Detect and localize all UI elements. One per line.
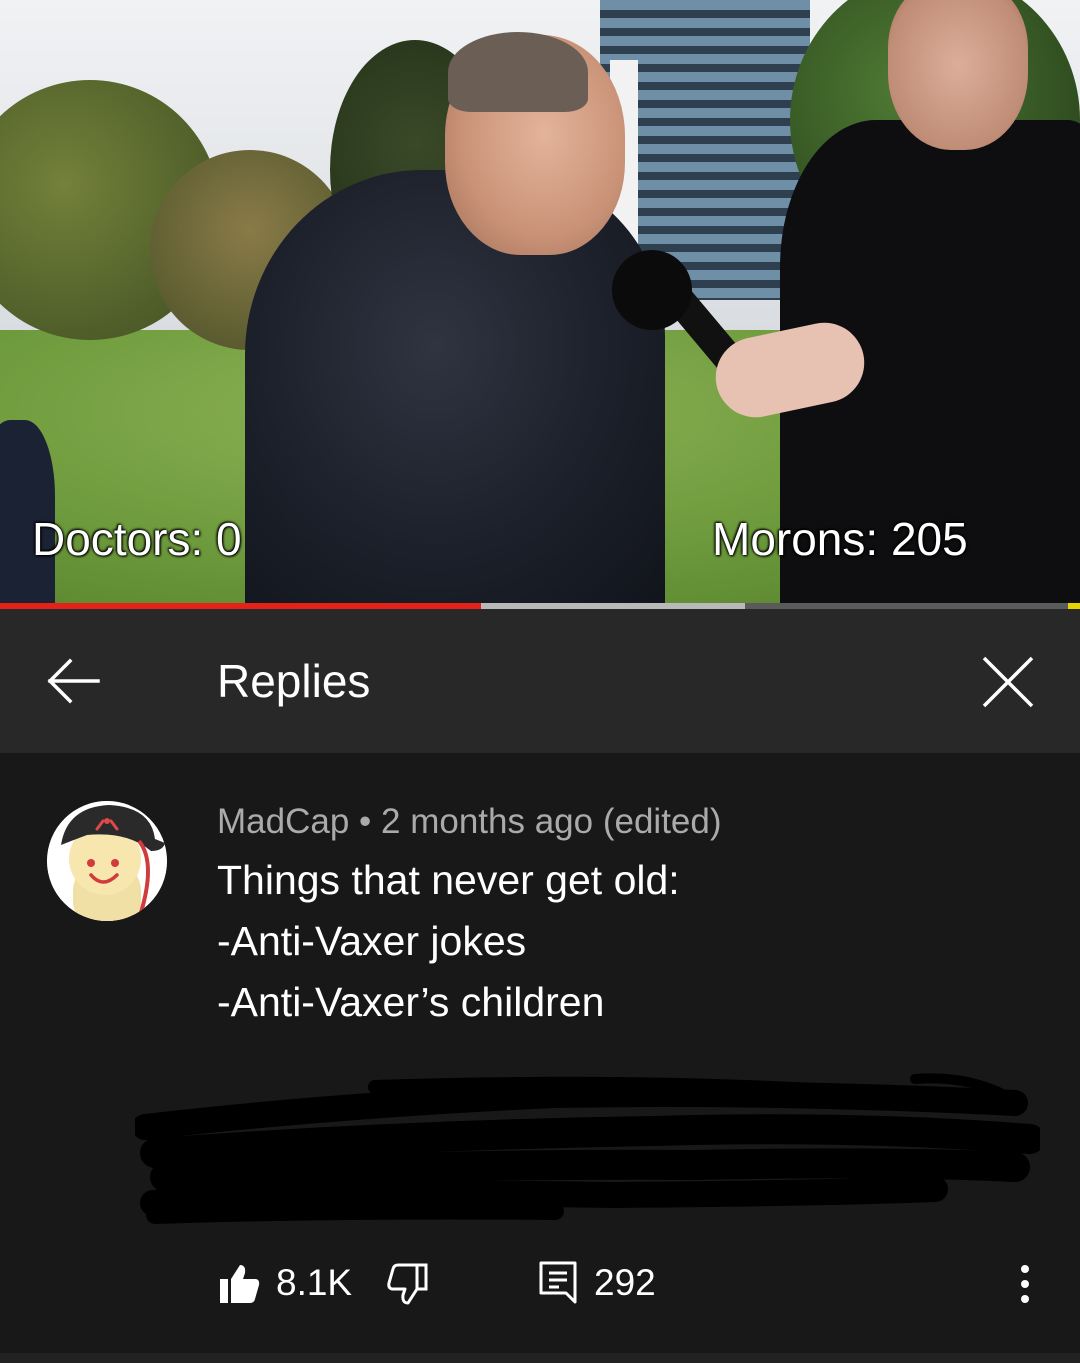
- dislike-button[interactable]: [386, 1261, 430, 1305]
- video-caption-right: Morons: 205: [712, 513, 968, 565]
- close-button[interactable]: [972, 646, 1044, 718]
- comment-text-line: -Anti-Vaxer’s children: [217, 979, 605, 1025]
- comment-author[interactable]: MadCap: [217, 802, 349, 841]
- avatar[interactable]: [47, 801, 167, 921]
- back-button[interactable]: [40, 646, 104, 716]
- comment-text-line: -Anti-Vaxer jokes: [217, 918, 527, 964]
- video-player[interactable]: Doctors: 0 Morons: 205: [0, 0, 1080, 604]
- comment-icon: [539, 1261, 577, 1304]
- more-vertical-icon: [1021, 1295, 1029, 1303]
- reply-button[interactable]: [538, 1260, 578, 1304]
- page-title: Replies: [217, 655, 371, 707]
- video-person-hair: [448, 32, 588, 112]
- cartoon-avatar-icon: [47, 801, 167, 921]
- like-button[interactable]: [218, 1261, 262, 1305]
- video-person-head: [888, 0, 1028, 150]
- video-caption-left: Doctors: 0: [32, 513, 242, 565]
- arrow-left-icon: [47, 658, 100, 704]
- replies-header: [0, 609, 1080, 753]
- thumbs-down-icon: [387, 1263, 428, 1305]
- comment-time: 2 months ago (edited): [381, 802, 722, 841]
- more-vertical-icon: [1021, 1280, 1029, 1288]
- reply-count: 292: [594, 1262, 656, 1303]
- meta-separator: •: [359, 802, 372, 841]
- comment-meta: MadCap • 2 months ago (edited): [217, 802, 722, 842]
- close-icon: [982, 656, 1034, 708]
- comment-text-line: Things that never get old:: [217, 857, 680, 903]
- thumbs-up-icon: [220, 1265, 260, 1303]
- video-person: [245, 170, 665, 604]
- redaction-scribble: [135, 1073, 1040, 1224]
- bottom-divider: [0, 1353, 1080, 1363]
- like-count: 8.1K: [276, 1262, 353, 1303]
- more-vertical-icon: [1021, 1265, 1029, 1273]
- microphone: [612, 250, 692, 330]
- more-options-button[interactable]: [1000, 1256, 1050, 1312]
